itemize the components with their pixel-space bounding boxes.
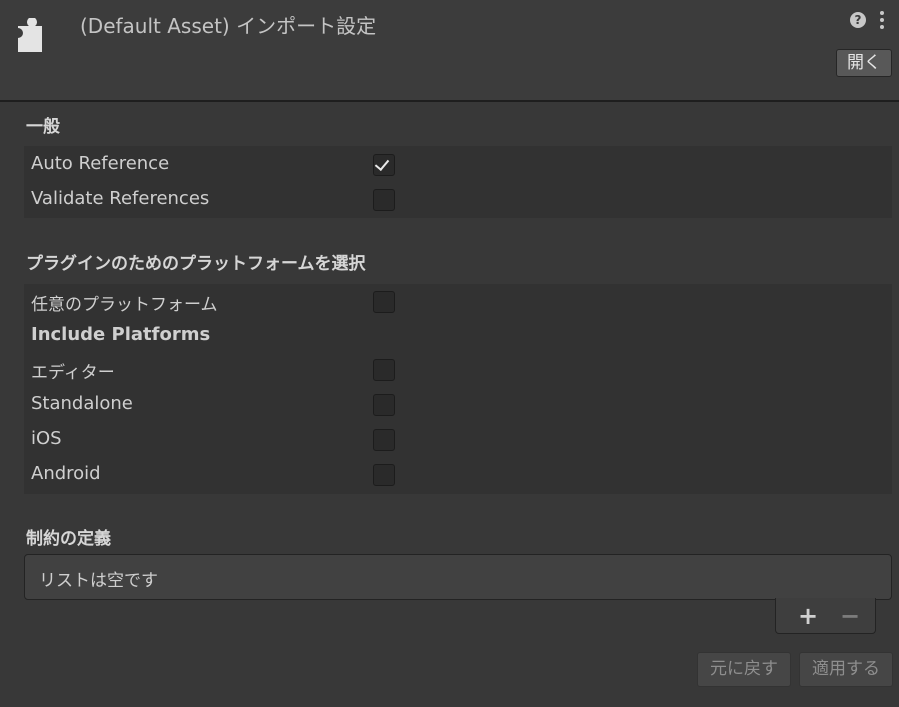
section-title-platforms: プラグインのためのプラットフォームを選択 — [26, 254, 366, 274]
auto-reference-row: Auto Reference — [24, 147, 892, 182]
auto-reference-label: Auto Reference — [31, 153, 170, 174]
section-title-constraints: 制約の定義 — [26, 529, 111, 549]
include-platforms-label: Include Platforms — [31, 324, 211, 345]
platform-row-android: Android — [24, 457, 892, 492]
help-icon[interactable]: ? — [850, 12, 866, 28]
add-item-button[interactable]: + — [798, 602, 818, 630]
list-footer: + − — [775, 598, 876, 634]
any-platform-row: 任意のプラットフォーム — [24, 284, 892, 319]
list-empty-text: リストは空です — [39, 571, 158, 591]
platform-label-android: Android — [31, 463, 101, 484]
constraints-list[interactable]: リストは空です — [24, 554, 892, 600]
include-platforms-header: Include Platforms — [24, 318, 892, 353]
platforms-panel: 任意のプラットフォーム Include Platforms エディター Stan… — [24, 284, 892, 494]
checkmark-icon — [374, 155, 390, 172]
platform-checkbox-editor[interactable] — [373, 359, 395, 381]
puzzle-asset-icon — [18, 18, 42, 52]
inspector-title: (Default Asset) インポート設定 — [80, 14, 377, 38]
platform-label-ios: iOS — [31, 428, 62, 449]
platform-row-standalone: Standalone — [24, 387, 892, 422]
remove-item-button[interactable]: − — [840, 602, 860, 630]
validate-references-checkbox[interactable] — [373, 189, 395, 211]
any-platform-label: 任意のプラットフォーム — [31, 295, 218, 315]
validate-references-label: Validate References — [31, 188, 210, 209]
kebab-menu-icon[interactable] — [880, 11, 886, 31]
platform-checkbox-standalone[interactable] — [373, 394, 395, 416]
inspector-header: (Default Asset) インポート設定 ? 開く — [0, 0, 899, 102]
auto-reference-checkbox[interactable] — [373, 154, 395, 176]
any-platform-checkbox[interactable] — [373, 291, 395, 313]
apply-button[interactable]: 適用する — [799, 652, 893, 687]
revert-button[interactable]: 元に戻す — [697, 652, 791, 687]
general-panel: Auto Reference Validate References — [24, 146, 892, 218]
section-title-general: 一般 — [26, 117, 60, 137]
platform-row-editor: エディター — [24, 352, 892, 387]
platform-checkbox-android[interactable] — [373, 464, 395, 486]
platform-checkbox-ios[interactable] — [373, 429, 395, 451]
platform-label-editor: エディター — [31, 363, 115, 383]
platform-row-ios: iOS — [24, 422, 892, 457]
validate-references-row: Validate References — [24, 182, 892, 217]
platform-label-standalone: Standalone — [31, 393, 133, 414]
open-button[interactable]: 開く — [836, 49, 892, 77]
